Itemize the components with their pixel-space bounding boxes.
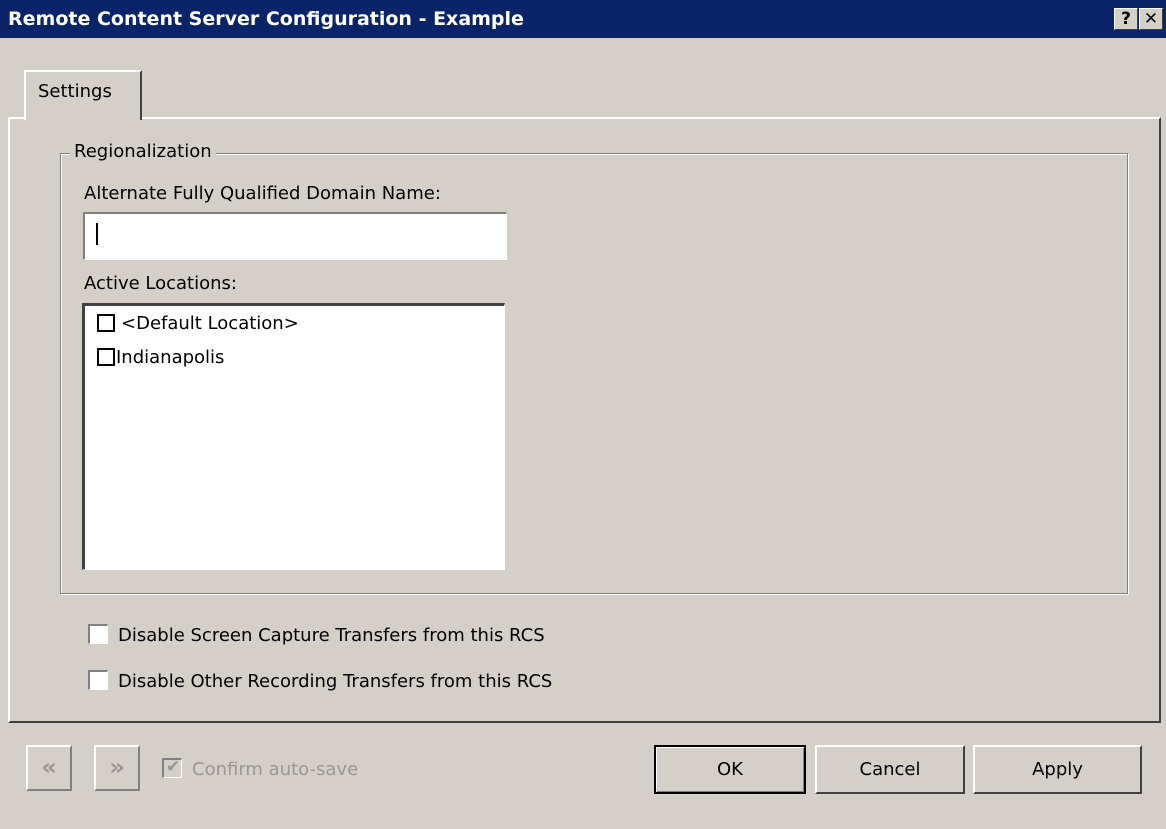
tab-settings-label: Settings [38, 81, 112, 102]
close-button[interactable]: ✕ [1139, 8, 1163, 30]
disable-screen-capture-option[interactable]: Disable Screen Capture Transfers from th… [88, 624, 545, 646]
window-title: Remote Content Server Configuration - Ex… [8, 8, 524, 30]
disable-screen-capture-label: Disable Screen Capture Transfers from th… [118, 625, 545, 646]
text-caret [96, 223, 98, 245]
previous-button[interactable]: « [26, 745, 72, 791]
location-checkbox-indianapolis[interactable] [97, 348, 115, 366]
disable-other-recording-option[interactable]: Disable Other Recording Transfers from t… [88, 670, 552, 692]
list-item[interactable]: Indianapolis [97, 347, 224, 368]
disable-other-recording-label: Disable Other Recording Transfers from t… [118, 671, 553, 692]
fqdn-label: Alternate Fully Qualified Domain Name: [84, 183, 441, 204]
disable-other-recording-checkbox[interactable] [88, 670, 108, 690]
location-label-indianapolis: Indianapolis [116, 347, 225, 368]
tab-settings[interactable]: Settings [24, 70, 142, 120]
disable-screen-capture-checkbox[interactable] [88, 624, 108, 644]
location-label-default: <Default Location> [121, 313, 299, 334]
confirm-autosave-option[interactable]: ✔ Confirm auto-save [162, 757, 359, 780]
double-left-arrow-icon: « [41, 753, 57, 781]
cancel-button[interactable]: Cancel [815, 745, 965, 794]
confirm-autosave-checkbox[interactable]: ✔ [162, 757, 182, 778]
fqdn-input[interactable] [83, 212, 507, 260]
help-button[interactable]: ? [1114, 8, 1138, 30]
next-button[interactable]: » [94, 745, 140, 791]
confirm-autosave-label: Confirm auto-save [192, 759, 359, 780]
ok-button[interactable]: OK [654, 745, 806, 794]
location-checkbox-default[interactable] [97, 314, 115, 332]
double-right-arrow-icon: » [109, 753, 125, 781]
checkmark-icon: ✔ [166, 757, 181, 777]
list-item[interactable]: <Default Location> [97, 313, 299, 334]
title-bar: Remote Content Server Configuration - Ex… [0, 0, 1166, 38]
active-locations-label: Active Locations: [84, 273, 237, 294]
apply-button[interactable]: Apply [973, 745, 1142, 794]
active-locations-list[interactable]: <Default Location> Indianapolis [82, 303, 505, 570]
regionalization-title: Regionalization [70, 141, 216, 162]
